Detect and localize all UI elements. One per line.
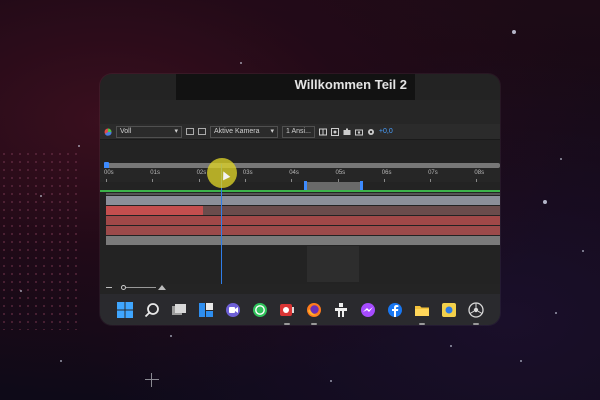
render-cache-bar: [100, 190, 500, 192]
star: [560, 158, 562, 160]
star: [40, 195, 42, 197]
ruler-label: 08s: [474, 170, 485, 176]
ruler-label: 02s: [196, 170, 207, 176]
title-overlay: Willkommen Teil 2: [176, 74, 415, 100]
dot-grid-decoration: [0, 150, 80, 330]
teams-icon[interactable]: [222, 299, 244, 321]
snapshot-icon[interactable]: [343, 128, 351, 136]
zoom-out-icon[interactable]: [106, 287, 112, 288]
star: [20, 290, 22, 292]
crosshair-icon: [145, 373, 159, 387]
ruler-tick: [244, 179, 246, 182]
screen-frame: Willkommen Teil 2 Voll ▾ Aktive Kamera ▾…: [100, 74, 500, 325]
work-range-bar[interactable]: [305, 182, 362, 190]
timeline-empty-area: [307, 246, 359, 282]
color-wheel-icon[interactable]: [104, 128, 112, 136]
game-icon[interactable]: [330, 299, 352, 321]
ruler-label: 06s: [381, 170, 392, 176]
viewer-toolbar: Voll ▾ Aktive Kamera ▾ 1 Ansi... +0,0: [100, 124, 500, 140]
firefox-icon[interactable]: [303, 299, 325, 325]
star: [330, 380, 332, 382]
running-indicator: [284, 322, 290, 325]
search-icon[interactable]: [141, 299, 163, 321]
fast-preview-icon[interactable]: [330, 127, 339, 136]
widgets-icon[interactable]: [195, 299, 217, 321]
running-indicator: [419, 322, 425, 325]
ruler-tick: [152, 179, 154, 182]
star: [520, 360, 522, 362]
windows-taskbar: [100, 294, 500, 325]
ruler-tick: [291, 179, 293, 182]
chevron-down-icon: ▾: [174, 127, 178, 135]
exposure-value[interactable]: +0,0: [379, 128, 393, 135]
star: [512, 30, 516, 34]
star: [543, 200, 547, 204]
ruler-label: 03s: [242, 170, 253, 176]
star: [170, 335, 172, 337]
layer-track[interactable]: [106, 193, 500, 195]
layer-track[interactable]: [106, 206, 500, 215]
layer-track[interactable]: [106, 216, 500, 225]
star: [78, 145, 80, 147]
resolution-select[interactable]: Voll ▾: [116, 125, 182, 138]
star: [60, 360, 62, 362]
toggle-pixel-icon[interactable]: [318, 128, 327, 136]
ruler-tick: [383, 179, 385, 182]
show-snapshot-icon[interactable]: [354, 128, 363, 136]
zoom-in-icon[interactable]: [158, 285, 166, 290]
star: [582, 250, 584, 252]
windows-start-icon[interactable]: [114, 299, 136, 321]
facebook-icon[interactable]: [384, 299, 406, 321]
time-ruler[interactable]: 00s 01s 02s 03s 04s 05s 06s 07s 08s: [100, 168, 500, 182]
file-explorer-icon[interactable]: [411, 299, 433, 325]
region-of-interest-icon[interactable]: [186, 128, 194, 135]
layer-track[interactable]: [106, 236, 500, 245]
chrome-app-icon[interactable]: [465, 299, 487, 325]
ruler-tick: [106, 179, 107, 182]
ruler-label: 04s: [289, 170, 299, 176]
camera-select[interactable]: Aktive Kamera ▾: [210, 125, 278, 138]
star: [240, 62, 242, 64]
ruler-label: 01s: [150, 170, 160, 176]
transparency-grid-icon[interactable]: [198, 128, 206, 135]
view-layout-select[interactable]: 1 Ansi...: [282, 125, 315, 138]
star: [555, 312, 557, 314]
ruler-tick: [198, 179, 200, 182]
whatsapp-icon[interactable]: [249, 299, 271, 321]
settings-gear-icon[interactable]: [367, 128, 375, 136]
timeline-zoom-bar: [100, 284, 500, 294]
ruler-label: 00s: [104, 170, 114, 176]
running-indicator: [473, 322, 479, 325]
layer-bar-selected[interactable]: [106, 206, 203, 215]
timeline-header: [100, 141, 500, 161]
chevron-down-icon: ▾: [270, 127, 274, 135]
photos-icon[interactable]: [438, 299, 460, 321]
running-indicator: [311, 322, 317, 325]
ruler-label: 05s: [335, 170, 346, 176]
ruler-label: 07s: [428, 170, 438, 176]
layer-track[interactable]: [106, 226, 500, 235]
camera-value: Aktive Kamera: [214, 127, 260, 135]
ruler-tick: [476, 179, 478, 182]
star: [450, 345, 452, 347]
layer-track[interactable]: [106, 196, 500, 205]
task-view-icon[interactable]: [168, 299, 190, 321]
ruler-tick: [430, 179, 432, 182]
messenger-icon[interactable]: [357, 299, 379, 321]
layer-tracks: [106, 193, 500, 245]
viewer-area: [100, 100, 500, 124]
window-title: Willkommen Teil 2: [294, 77, 407, 92]
zoom-slider-track[interactable]: [126, 287, 156, 288]
view-layout-value: 1 Ansi...: [286, 127, 311, 135]
screen-recorder-icon[interactable]: [276, 299, 298, 325]
resolution-value: Voll: [120, 127, 132, 135]
